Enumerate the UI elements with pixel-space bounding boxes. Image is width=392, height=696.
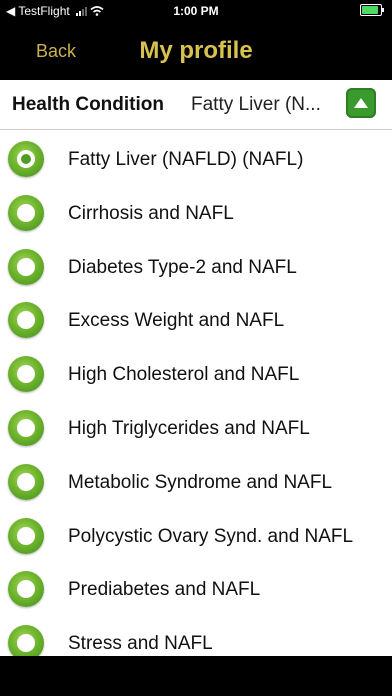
condition-label: Diabetes Type-2 and NAFL [68, 256, 297, 278]
radio-icon[interactable] [8, 571, 44, 608]
radio-icon[interactable] [8, 625, 44, 656]
radio-icon[interactable] [8, 463, 44, 500]
status-time: 1:00 PM [173, 4, 219, 18]
condition-item[interactable]: Stress and NAFL [0, 614, 392, 656]
condition-item[interactable]: High Cholesterol and NAFL [0, 345, 392, 399]
condition-label: Excess Weight and NAFL [68, 310, 285, 332]
condition-label: Fatty Liver (NAFLD) (NAFL) [68, 149, 304, 170]
collapse-button[interactable] [346, 88, 376, 118]
radio-icon[interactable] [8, 302, 44, 339]
radio-icon[interactable] [8, 517, 44, 554]
condition-item[interactable]: Polycystic Ovary Synd. and NAFL [0, 507, 392, 561]
radio-icon[interactable] [8, 248, 44, 285]
condition-label: Polycystic Ovary Synd. and NAFL [68, 525, 354, 547]
condition-label: Cirrhosis and NAFL [68, 202, 234, 224]
triangle-up-icon [354, 98, 368, 108]
page-title: My profile [139, 37, 253, 64]
condition-item[interactable]: Diabetes Type-2 and NAFL [0, 238, 392, 292]
condition-item[interactable]: High Triglycerides and NAFL [0, 399, 392, 453]
radio-selected-icon[interactable] [8, 141, 44, 177]
condition-label: Prediabetes and NAFL [68, 579, 261, 601]
health-condition-label: Health Condition [12, 94, 164, 115]
navigation-bar: Back My profile [0, 22, 392, 80]
condition-label: High Cholesterol and NAFL [68, 364, 300, 386]
health-condition-value: Fatty Liver (N... [191, 94, 321, 115]
condition-item[interactable]: Prediabetes and NAFL [0, 560, 392, 614]
status-bar: ◀ TestFlight 1:00 PM [0, 0, 392, 22]
condition-label: High Triglycerides and NAFL [68, 417, 310, 439]
bottom-bar [0, 656, 392, 696]
condition-item[interactable]: Excess Weight and NAFL [0, 291, 392, 345]
condition-item[interactable]: Fatty Liver (NAFLD) (NAFL) [0, 130, 392, 184]
radio-icon[interactable] [8, 409, 44, 446]
condition-list: Fatty Liver (NAFLD) (NAFL) Cirrhosis and … [0, 130, 392, 656]
condition-item[interactable]: Cirrhosis and NAFL [0, 184, 392, 238]
condition-label: Stress and NAFL [68, 633, 213, 655]
condition-label: Metabolic Syndrome and NAFL [68, 471, 333, 493]
radio-icon[interactable] [8, 194, 44, 231]
battery-icon [360, 4, 384, 16]
radio-icon[interactable] [8, 356, 44, 393]
condition-item[interactable]: Metabolic Syndrome and NAFL [0, 453, 392, 507]
health-condition-header[interactable]: Health Condition Fatty Liver (N... [0, 80, 392, 130]
